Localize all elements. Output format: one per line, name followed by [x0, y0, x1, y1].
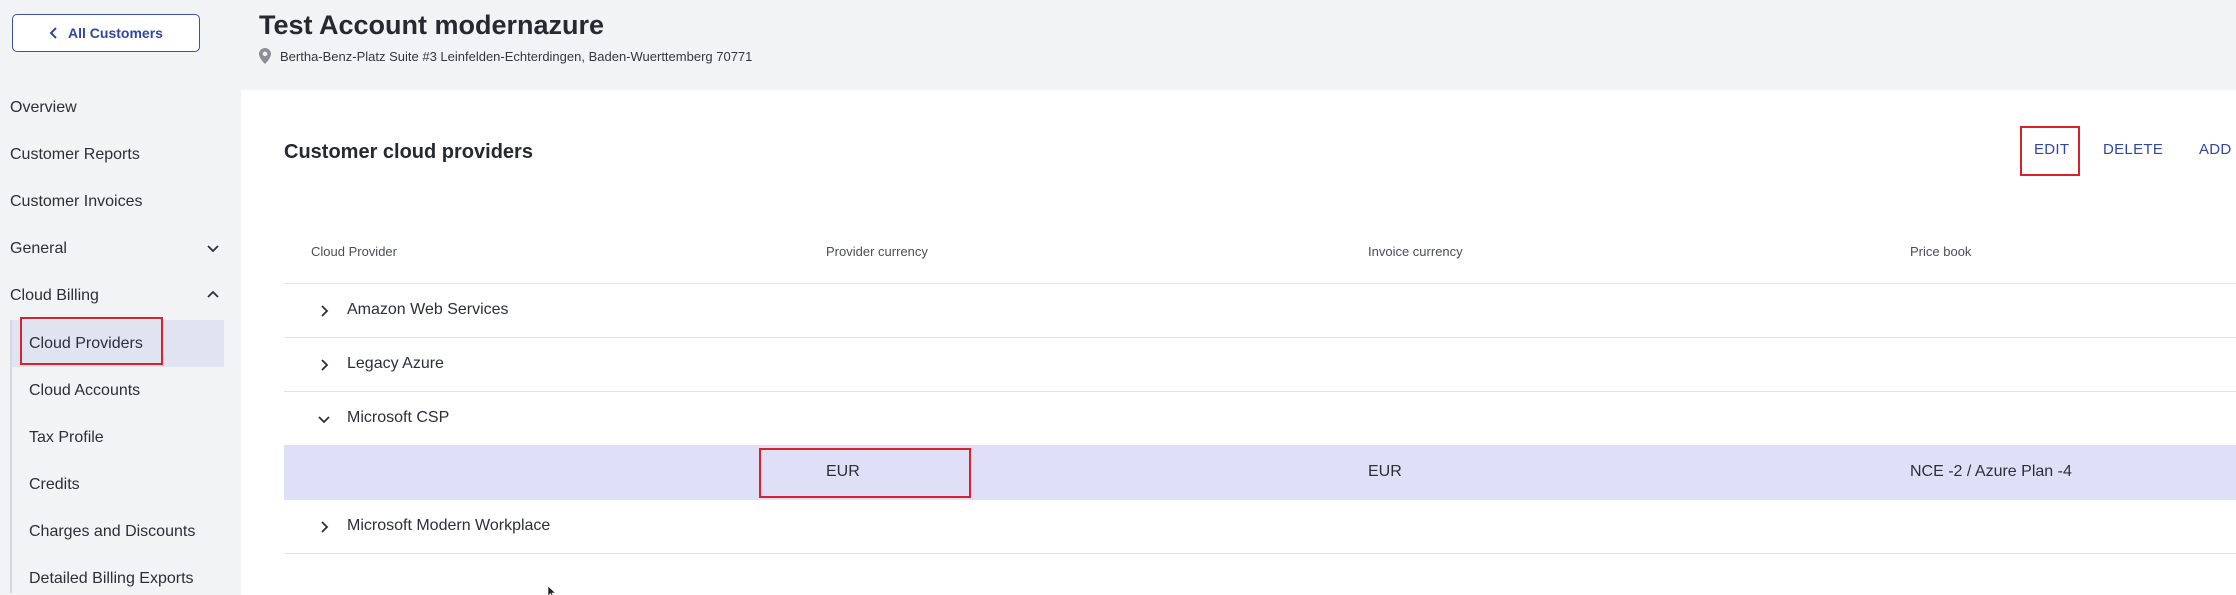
table-row-detail[interactable]: EUR EUR NCE -2 / Azure Plan -4 [284, 446, 2236, 500]
table-row[interactable]: Legacy Azure [284, 338, 2236, 392]
sidebar-item-label: Cloud Accounts [29, 381, 141, 399]
highlight-box-edit [2020, 126, 2080, 176]
sidebar-item-detailed-billing-exports[interactable]: Detailed Billing Exports [12, 555, 224, 595]
page-title: Test Account modernazure [259, 10, 605, 40]
column-header-cloud-provider[interactable]: Cloud Provider [311, 244, 397, 259]
provider-name: Microsoft Modern Workplace [347, 517, 551, 534]
table-row[interactable]: Microsoft Modern Workplace [284, 500, 2236, 554]
sidebar-item-customer-reports[interactable]: Customer Reports [0, 131, 226, 178]
chevron-down-icon [207, 245, 219, 253]
sidebar-item-customer-invoices[interactable]: Customer Invoices [0, 178, 226, 225]
price-book-cell: NCE -2 / Azure Plan -4 [1910, 463, 2072, 480]
sidebar-item-tax-profile[interactable]: Tax Profile [12, 414, 224, 461]
sidebar-item-credits[interactable]: Credits [12, 461, 224, 508]
sidebar-item-overview[interactable]: Overview [0, 84, 226, 131]
sidebar-item-label: Charges and Discounts [29, 522, 196, 540]
add-button[interactable]: ADD [2199, 141, 2232, 158]
cloud-providers-card: Customer cloud providers EDIT DELETE ADD… [241, 90, 2236, 595]
sidebar-item-label: Tax Profile [29, 428, 104, 446]
chevron-left-icon [49, 27, 57, 39]
sidebar-item-label: Cloud Billing [10, 286, 99, 304]
column-header-price-book[interactable]: Price book [1910, 244, 1971, 259]
delete-button[interactable]: DELETE [2103, 141, 2163, 158]
address-text: Bertha-Benz-Platz Suite #3 Leinfelden-Ec… [280, 48, 753, 64]
column-header-invoice-currency[interactable]: Invoice currency [1368, 244, 1463, 259]
sidebar-item-general[interactable]: General [0, 225, 226, 272]
section-title: Customer cloud providers [284, 141, 533, 163]
highlight-box-cloud-providers [20, 317, 163, 365]
chevron-right-icon[interactable] [317, 520, 331, 534]
sidebar-item-cloud-accounts[interactable]: Cloud Accounts [12, 367, 224, 414]
location-pin-icon [259, 48, 271, 64]
table-header: Cloud Provider Provider currency Invoice… [284, 244, 2236, 284]
provider-name: Amazon Web Services [347, 301, 509, 318]
provider-name: Microsoft CSP [347, 409, 450, 426]
table-row[interactable]: Amazon Web Services [284, 284, 2236, 338]
all-customers-button[interactable]: All Customers [12, 14, 200, 52]
highlight-box-provider-currency [759, 448, 971, 498]
sidebar-item-charges-and-discounts[interactable]: Charges and Discounts [12, 508, 224, 555]
sidebar-item-cloud-billing[interactable]: Cloud Billing [0, 272, 226, 319]
chevron-down-icon[interactable] [317, 412, 331, 426]
sidebar: All Customers Overview Customer Reports … [0, 0, 226, 595]
sidebar-item-label: Customer Reports [10, 145, 140, 163]
chevron-up-icon [207, 290, 219, 298]
mouse-cursor-icon [547, 586, 557, 595]
sidebar-item-label: General [10, 239, 67, 257]
column-header-provider-currency[interactable]: Provider currency [826, 244, 928, 259]
chevron-right-icon[interactable] [317, 304, 331, 318]
provider-name: Legacy Azure [347, 355, 444, 372]
invoice-currency-cell: EUR [1368, 463, 1402, 480]
table-row[interactable]: Microsoft CSP [284, 392, 2236, 446]
sidebar-item-label: Credits [29, 475, 80, 493]
sidebar-item-label: Overview [10, 98, 77, 116]
chevron-right-icon[interactable] [317, 358, 331, 372]
customer-address: Bertha-Benz-Platz Suite #3 Leinfelden-Ec… [259, 48, 752, 64]
app-window: All Customers Overview Customer Reports … [0, 0, 2236, 595]
sidebar-item-label: Customer Invoices [10, 192, 143, 210]
sidebar-item-label: Detailed Billing Exports [29, 569, 194, 587]
all-customers-label: All Customers [68, 25, 163, 41]
